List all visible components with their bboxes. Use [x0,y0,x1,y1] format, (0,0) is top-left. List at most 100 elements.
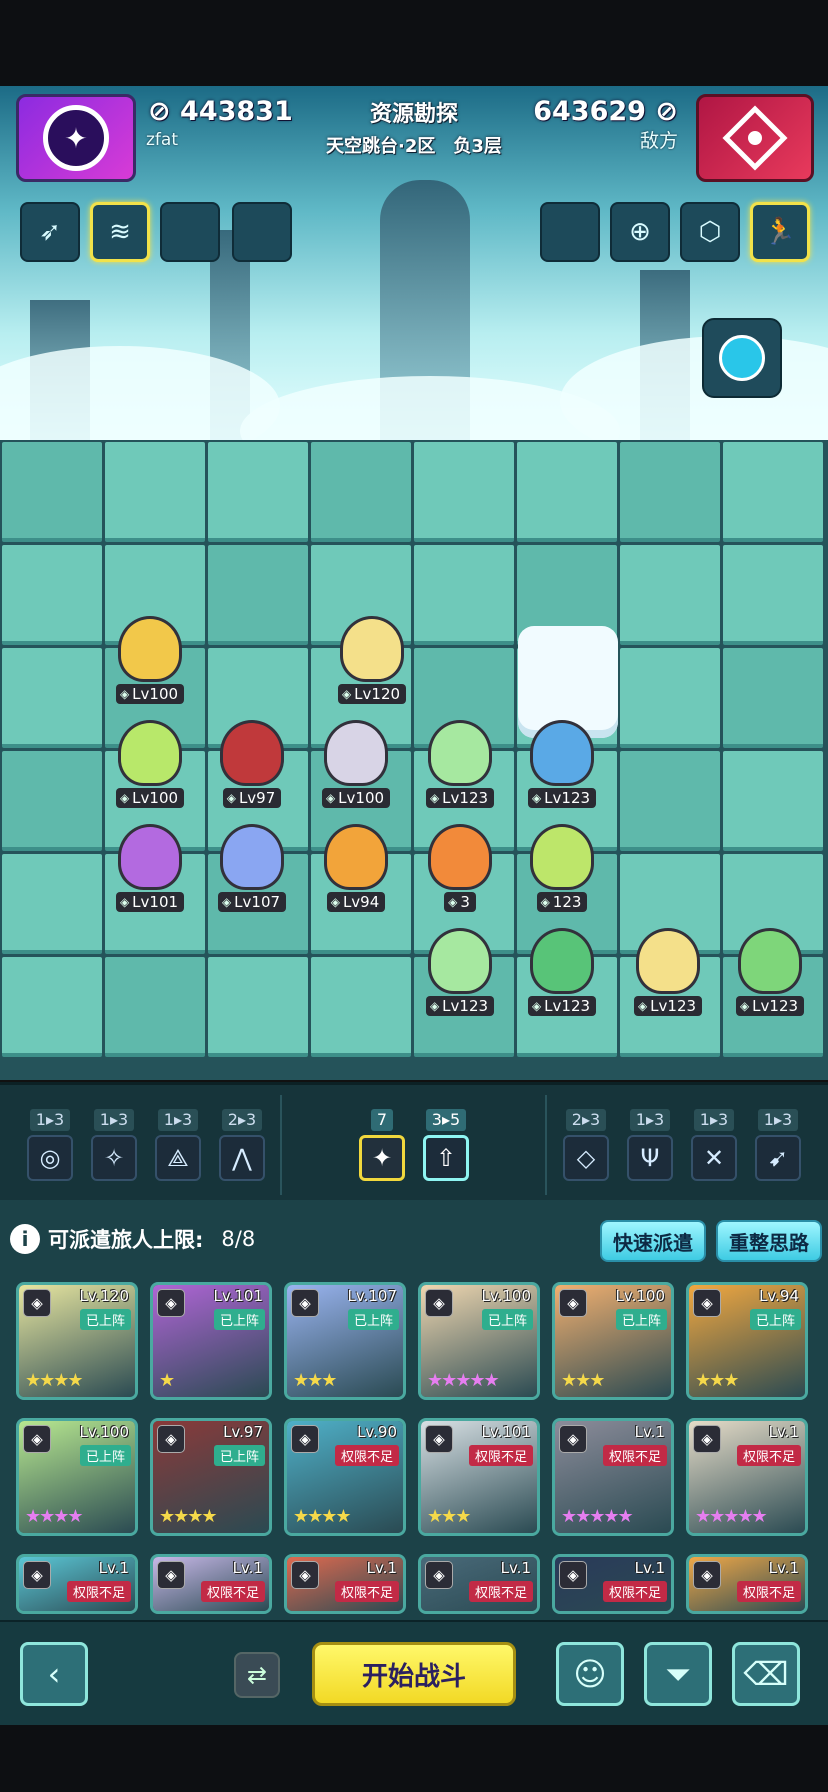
info-icon[interactable]: i [10,1224,40,1254]
hero-card[interactable]: ◈ Lv.94 已上阵 ★★★ [686,1282,808,1400]
unit-level-badge: ◈ Lv100 [115,788,185,808]
board-tile[interactable] [2,442,102,542]
filter-icon: ⏷ [665,1654,691,1693]
board-unit[interactable]: ◈ Lv97 [210,714,294,808]
board-unit[interactable]: ◈ Lv100 [108,714,192,808]
faction-archer[interactable]: 1▸3 ➹ [754,1109,802,1181]
hero-card[interactable]: ◈ Lv.100 已上阵 ★★★ [552,1282,674,1400]
board-tile[interactable] [723,442,823,542]
star-rating: ★★★★★ [695,1506,768,1527]
hero-card[interactable]: ◈ Lv.107 已上阵 ★★★ [284,1282,406,1400]
board-tile[interactable] [2,648,102,748]
class-icon: ◈ [559,1425,587,1453]
faction-count: 1▸3 [93,1109,135,1131]
swap-button[interactable]: ⇄ [234,1652,280,1698]
faction-swirl[interactable]: 1▸3 ◎ [26,1109,74,1181]
deploy-limit-value: 8/8 [221,1227,256,1251]
faction-arrow-up[interactable]: 3▸5 ⇧ [422,1109,470,1181]
class-icon: ◈ [637,999,648,1013]
board-tile[interactable] [208,545,308,645]
board-unit[interactable]: ◈ Lv123 [626,922,710,1016]
skill-slot-wave-icon[interactable]: ≋ [90,202,150,262]
faction-count: 1▸3 [29,1109,71,1131]
reset-formation-button[interactable]: 重整思路 [716,1220,822,1262]
board-tile[interactable] [414,442,514,542]
board-tile[interactable] [208,442,308,542]
hero-card[interactable]: ◈ Lv.101 权限不足 ★★★ [418,1418,540,1536]
hero-card[interactable]: ◈ Lv.1 权限不足 [552,1554,674,1614]
enemy-skill-slot-runner-icon[interactable]: 🏃 [750,202,810,262]
hero-card[interactable]: ◈ Lv.120 已上阵 ★★★★ [16,1282,138,1400]
board-unit[interactable]: ◈ 123 [520,818,604,912]
board-tile[interactable] [620,545,720,645]
faction-chevron[interactable]: 2▸3 ◇ [562,1109,610,1181]
board-tile[interactable] [723,545,823,645]
unit-level: Lv100 [132,789,179,807]
clear-button[interactable]: ⌫ [732,1642,800,1706]
hero-card[interactable]: ◈ Lv.1 权限不足 ★★★★★ [552,1418,674,1536]
board-tile[interactable] [311,442,411,542]
hero-card[interactable]: ◈ Lv.97 已上阵 ★★★★ [150,1418,272,1536]
board-unit[interactable]: ◈ Lv107 [210,818,294,912]
brain-button[interactable]: ☺ [556,1642,624,1706]
faction-crossed-swords[interactable]: 1▸3 ✕ [690,1109,738,1181]
enemy-emblem-icon [722,105,788,171]
star-rating: ★★★★ [25,1370,84,1391]
hero-card[interactable]: ◈ Lv.100 已上阵 ★★★★ [16,1418,138,1536]
chomper-mascot-icon[interactable] [702,318,782,398]
quick-deploy-button[interactable]: 快速派遣 [600,1220,706,1262]
hero-card[interactable]: ◈ Lv.1 权限不足 [418,1554,540,1614]
board-tile[interactable] [414,545,514,645]
skill-slot-arrow-burst-icon[interactable]: ➶ [20,202,80,262]
hero-card[interactable]: ◈ Lv.1 权限不足 ★★★★★ [686,1418,808,1536]
hero-card[interactable]: ◈ Lv.1 权限不足 [16,1554,138,1614]
board-unit[interactable]: ◈ Lv94 [314,818,398,912]
hero-card[interactable]: ◈ Lv.100 已上阵 ★★★★★ [418,1282,540,1400]
back-button[interactable]: ‹ [20,1642,88,1706]
board-tile[interactable] [723,751,823,851]
board-tile[interactable] [311,957,411,1057]
board-tile[interactable] [2,545,102,645]
board-unit[interactable]: ◈ 3 [418,818,502,912]
hero-card[interactable]: ◈ Lv.1 权限不足 [686,1554,808,1614]
filter-button[interactable]: ⏷ [644,1642,712,1706]
board-tile[interactable] [2,751,102,851]
board-tile[interactable] [2,854,102,954]
skill-slot-empty-2[interactable] [232,202,292,262]
board-unit[interactable]: ◈ Lv123 [520,714,604,808]
board-tile[interactable] [620,648,720,748]
board-tile[interactable] [620,751,720,851]
board-tile[interactable] [2,957,102,1057]
board-tile[interactable] [105,957,205,1057]
start-battle-button[interactable]: 开始战斗 [312,1642,516,1706]
board-unit[interactable]: ◈ Lv123 [728,922,812,1016]
hero-card[interactable]: ◈ Lv.1 权限不足 [284,1554,406,1614]
faction-star-burst[interactable]: 7 ✦ [358,1109,406,1181]
board-unit[interactable]: ◈ Lv123 [418,922,502,1016]
hero-card[interactable]: ◈ Lv.90 权限不足 ★★★★ [284,1418,406,1536]
board-unit[interactable]: ◈ Lv120 [330,610,414,704]
enemy-avatar[interactable] [696,94,814,182]
board-tile[interactable] [620,442,720,542]
faction-shuriken[interactable]: 1▸3 ✧ [90,1109,138,1181]
board-unit[interactable]: ◈ Lv100 [314,714,398,808]
enemy-skill-slot-crosshair-icon[interactable]: ⊕ [610,202,670,262]
board-unit[interactable]: ◈ Lv123 [520,922,604,1016]
faction-mountain[interactable]: 2▸3 ⋀ [218,1109,266,1181]
board-unit[interactable]: ◈ Lv123 [418,714,502,808]
faction-blade[interactable]: 1▸3 ⟁ [154,1109,202,1181]
skill-slot-empty-1[interactable] [160,202,220,262]
hero-card[interactable]: ◈ Lv.101 已上阵 ★ [150,1282,272,1400]
hero-card[interactable]: ◈ Lv.1 权限不足 [150,1554,272,1614]
board-tile[interactable] [723,648,823,748]
board-tile[interactable] [105,442,205,542]
enemy-skill-slot-empty[interactable] [540,202,600,262]
board-unit[interactable]: ◈ Lv100 [108,610,192,704]
board-tile[interactable] [517,442,617,542]
faction-trident[interactable]: 1▸3 Ψ [626,1109,674,1181]
unit-sprite [220,720,284,786]
board-unit[interactable]: ◈ Lv101 [108,818,192,912]
enemy-skill-slot-hex-icon[interactable]: ⬡ [680,202,740,262]
shuriken-icon: ✧ [91,1135,137,1181]
board-tile[interactable] [208,957,308,1057]
